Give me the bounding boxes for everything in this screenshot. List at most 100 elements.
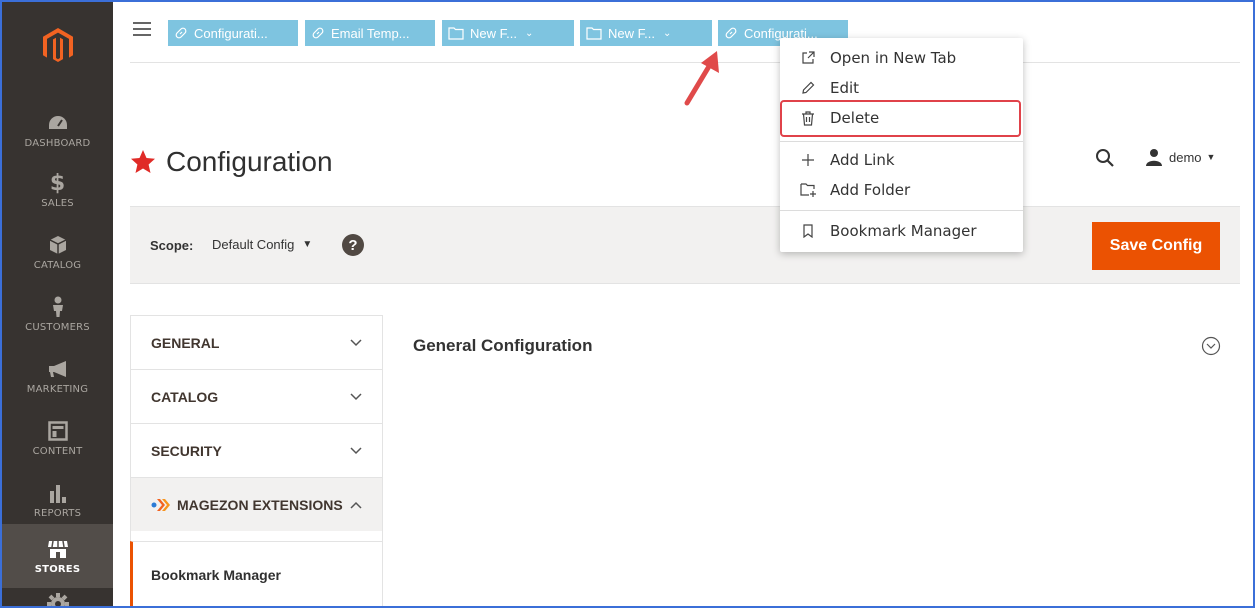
sidebar-item-label: STORES	[34, 564, 81, 575]
sidebar-item-label: CUSTOMERS	[25, 322, 90, 333]
tab-label: SECURITY	[151, 442, 222, 459]
chevron-down-icon: ⌄	[524, 27, 534, 39]
megaphone-icon	[47, 357, 69, 381]
link-icon	[311, 26, 325, 40]
dashboard-icon	[47, 111, 69, 135]
config-tabs: GENERAL CATALOG SECURITY MAGEZON EXTENSI…	[130, 315, 383, 606]
bookmark-label: New F...	[608, 25, 655, 41]
menu-item-label: Add Link	[830, 151, 895, 169]
sidebar-item-label: SALES	[41, 198, 74, 209]
section-collapse-toggle[interactable]	[1201, 336, 1221, 361]
sidebar-item-label: REPORTS	[33, 508, 82, 519]
sidebar-item-marketing[interactable]: MARKETING	[2, 346, 113, 406]
chevron-circle-down-icon	[1201, 336, 1221, 356]
bookmark-bar-menu-button[interactable]	[133, 22, 151, 36]
magento-logo[interactable]	[2, 2, 113, 90]
chevron-down-icon	[350, 392, 362, 400]
tab-label: CATALOG	[151, 388, 219, 405]
sidebar-item-catalog[interactable]: CATALOG	[2, 222, 113, 282]
page-title: Configuration	[130, 146, 333, 178]
link-icon	[724, 26, 738, 40]
scope-value: Default Config	[212, 237, 295, 252]
annotation-arrow-icon	[684, 51, 719, 106]
sidebar-item-reports[interactable]: REPORTS	[2, 470, 113, 530]
menu-item-edit[interactable]: Edit	[780, 73, 1023, 103]
tab-general[interactable]: GENERAL	[130, 315, 383, 369]
gear-icon	[46, 592, 69, 606]
menu-item-label: Edit	[830, 79, 860, 97]
magezon-logo-icon	[151, 498, 171, 512]
section-title: General Configuration	[413, 336, 593, 355]
bookmark-label: Email Temp...	[331, 25, 410, 41]
sidebar-item-label: CONTENT	[32, 446, 83, 457]
tab-label: GENERAL	[151, 334, 220, 351]
menu-item-add-link[interactable]: Add Link	[780, 145, 1023, 175]
sidebar-item-content[interactable]: CONTENT	[2, 408, 113, 468]
user-name: demo	[1169, 149, 1202, 165]
annotation-highlight-box	[780, 100, 1021, 137]
folder-icon	[448, 26, 464, 40]
star-icon[interactable]	[130, 149, 156, 175]
sidebar-item-label: DASHBOARD	[24, 138, 91, 149]
bookmark-icon	[800, 224, 816, 238]
chevron-down-icon: ⌄	[662, 27, 672, 39]
sidebar-item-dashboard[interactable]: DASHBOARD	[2, 100, 113, 160]
store-icon	[47, 537, 69, 561]
help-icon[interactable]: ?	[342, 234, 364, 256]
bookmark-label: New F...	[470, 25, 517, 41]
plus-icon	[800, 153, 816, 167]
sidebar-item-stores[interactable]: STORES	[2, 524, 113, 588]
add-folder-icon	[800, 183, 816, 197]
sidebar-item-label: CATALOG	[33, 260, 82, 271]
bookmark-folder-1[interactable]: New F... ⌄	[442, 20, 574, 46]
page-title-text: Configuration	[166, 146, 333, 177]
search-icon[interactable]	[1095, 148, 1115, 173]
bar-chart-icon	[48, 481, 68, 505]
scope-bar: Scope: Default Config ▼ ? Save Config	[130, 206, 1240, 284]
save-config-button[interactable]: Save Config	[1092, 222, 1220, 270]
user-icon	[1146, 149, 1162, 166]
chevron-down-icon	[350, 338, 362, 346]
sidebar-item-label: MARKETING	[26, 384, 89, 395]
menu-divider	[780, 210, 1023, 211]
chevron-down-icon	[350, 446, 362, 454]
scope-label: Scope:	[150, 238, 194, 253]
magento-logo-icon	[42, 28, 73, 62]
menu-divider	[780, 141, 1023, 142]
tab-magezon-extensions[interactable]: MAGEZON EXTENSIONS	[130, 477, 383, 531]
person-icon	[51, 295, 65, 319]
menu-item-label: Open in New Tab	[830, 49, 957, 67]
menu-item-add-folder[interactable]: Add Folder	[780, 175, 1023, 205]
tab-catalog[interactable]: CATALOG	[130, 369, 383, 423]
bookmark-link-email-templates[interactable]: Email Temp...	[305, 20, 435, 46]
link-icon	[174, 26, 188, 40]
menu-item-label: Add Folder	[830, 181, 911, 199]
sidebar-item-system[interactable]	[2, 590, 113, 606]
caret-down-icon: ▼	[1206, 152, 1216, 162]
bookmark-context-menu: Open in New Tab Edit Delete Add Link Add…	[780, 38, 1023, 252]
scope-switcher[interactable]: Default Config ▼	[212, 237, 312, 252]
layout-icon	[47, 419, 68, 443]
external-link-icon	[800, 51, 816, 65]
cube-icon	[49, 233, 67, 257]
admin-sidebar: DASHBOARD $ SALES CATALOG CUSTOMERS MARK…	[2, 2, 113, 606]
bookmark-folder-2[interactable]: New F... ⌄	[580, 20, 712, 46]
dollar-icon: $	[49, 170, 66, 196]
tab-spacer	[130, 531, 383, 541]
bookmark-link-configuration-1[interactable]: Configurati...	[168, 20, 298, 46]
caret-down-icon: ▼	[302, 239, 313, 250]
tab-label: MAGEZON EXTENSIONS	[177, 496, 343, 513]
app-frame: DASHBOARD $ SALES CATALOG CUSTOMERS MARK…	[0, 0, 1255, 608]
menu-item-label: Bookmark Manager	[830, 222, 977, 240]
folder-icon	[586, 26, 602, 40]
pencil-icon	[800, 81, 816, 95]
sidebar-item-sales[interactable]: $ SALES	[2, 160, 113, 220]
subtab-bookmark-manager[interactable]: Bookmark Manager	[130, 541, 383, 606]
sidebar-item-customers[interactable]: CUSTOMERS	[2, 284, 113, 344]
bookmark-label: Configurati...	[194, 25, 268, 41]
tab-security[interactable]: SECURITY	[130, 423, 383, 477]
chevron-up-icon	[350, 501, 362, 509]
user-account-menu[interactable]: demo ▼	[1145, 148, 1215, 166]
menu-item-open-new-tab[interactable]: Open in New Tab	[780, 43, 1023, 73]
menu-item-bookmark-manager[interactable]: Bookmark Manager	[780, 216, 1023, 246]
